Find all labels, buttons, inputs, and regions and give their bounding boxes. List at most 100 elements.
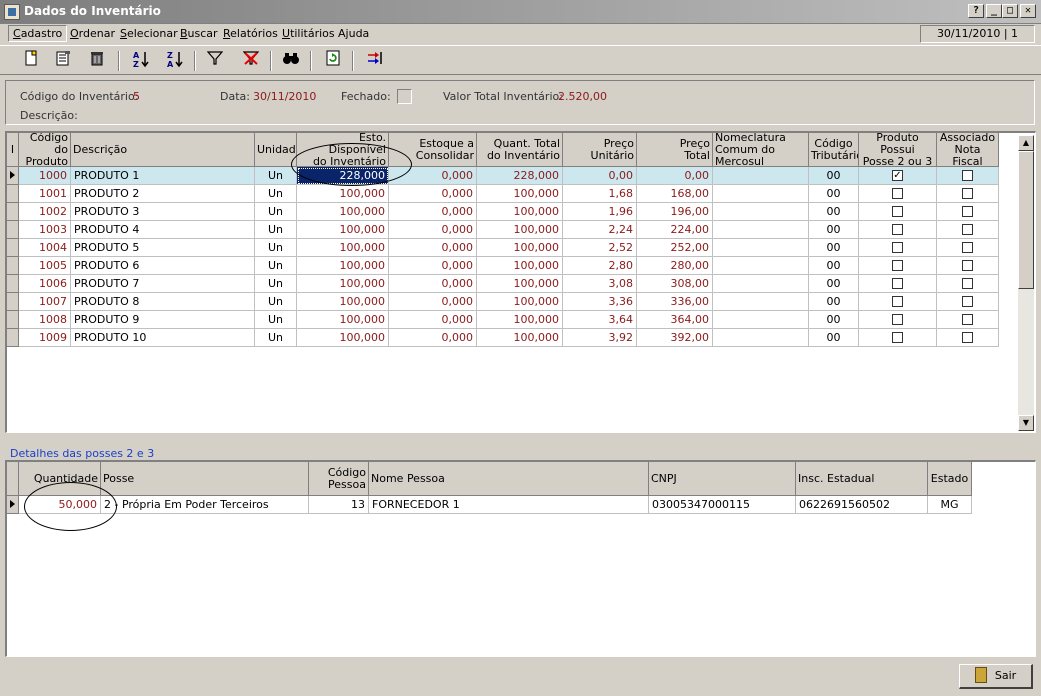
cell-descricao[interactable]: PRODUTO 4 [71, 221, 255, 239]
cell-preco-total[interactable]: 196,00 [637, 203, 713, 221]
menu-utilitarios[interactable]: Utilitários [282, 27, 335, 40]
checkbox[interactable] [962, 169, 973, 181]
cell-codigo[interactable]: 1009 [19, 329, 71, 347]
cell-posse-2-3[interactable] [859, 221, 937, 239]
checkbox[interactable] [892, 241, 903, 253]
cell-unidade[interactable]: Un [255, 185, 297, 203]
row-indicator[interactable] [7, 203, 19, 221]
cell-codigo[interactable]: 1003 [19, 221, 71, 239]
cell-nome-pessoa[interactable]: FORNECEDOR 1 [369, 496, 649, 514]
delete-icon[interactable] [86, 50, 108, 72]
col-header-posse[interactable]: Posse [101, 462, 309, 496]
checkbox[interactable] [962, 331, 973, 343]
cell-codigo-pessoa[interactable]: 13 [309, 496, 369, 514]
col-header-descricao[interactable]: Descrição [71, 133, 255, 167]
cell-ncm[interactable] [713, 275, 809, 293]
cell-estoque-disponivel[interactable]: 100,000 [297, 329, 389, 347]
fechado-checkbox[interactable] [397, 89, 412, 104]
cell-codigo[interactable]: 1007 [19, 293, 71, 311]
checkbox[interactable] [962, 223, 973, 235]
cell-estoque-consolidar[interactable]: 0,000 [389, 203, 477, 221]
cell-estoque-disponivel[interactable]: 100,000 [297, 275, 389, 293]
col-header-ncm[interactable]: Nomeclatura Comum do Mercosul [713, 133, 809, 167]
checkbox[interactable] [962, 313, 973, 325]
cell-posse-2-3[interactable] [859, 329, 937, 347]
col-header-insc-estadual[interactable]: Insc. Estadual [796, 462, 928, 496]
cell-preco-unitario[interactable]: 0,00 [563, 167, 637, 185]
col-header-nota-fiscal[interactable]: Associado Nota Fiscal [937, 133, 999, 167]
cell-estoque-disponivel[interactable]: 100,000 [297, 257, 389, 275]
cell-nota-fiscal[interactable] [937, 203, 999, 221]
cell-preco-unitario[interactable]: 1,96 [563, 203, 637, 221]
cell-quant-total[interactable]: 100,000 [477, 311, 563, 329]
cell-preco-unitario[interactable]: 2,24 [563, 221, 637, 239]
checkbox[interactable] [892, 259, 903, 271]
checkbox[interactable] [892, 223, 903, 235]
cell-preco-total[interactable]: 280,00 [637, 257, 713, 275]
cell-preco-unitario[interactable]: 3,36 [563, 293, 637, 311]
sort-az-icon[interactable]: AZ [130, 50, 152, 72]
cell-codigo[interactable]: 1008 [19, 311, 71, 329]
col-header-cnpj[interactable]: CNPJ [649, 462, 796, 496]
cell-estoque-disponivel[interactable]: 100,000 [297, 203, 389, 221]
col-header-codigo-pessoa[interactable]: Código Pessoa [309, 462, 369, 496]
menu-cadastro[interactable]: Cadastro [8, 25, 68, 42]
cell-quantidade[interactable]: 50,000 [19, 496, 101, 514]
cell-estoque-consolidar[interactable]: 0,000 [389, 185, 477, 203]
cell-codigo[interactable]: 1005 [19, 257, 71, 275]
checkbox[interactable] [892, 295, 903, 307]
col-header-posse-2-3[interactable]: Produto Possui Posse 2 ou 3 [859, 133, 937, 167]
col-header-unidade[interactable]: Unidade [255, 133, 297, 167]
refresh-icon[interactable] [322, 50, 344, 72]
col-header-nome-pessoa[interactable]: Nome Pessoa [369, 462, 649, 496]
col-header-preco-unitario[interactable]: Preço Unitário [563, 133, 637, 167]
checkbox[interactable] [962, 259, 973, 271]
cell-nota-fiscal[interactable] [937, 275, 999, 293]
cell-ncm[interactable] [713, 167, 809, 185]
cell-posse-2-3[interactable] [859, 257, 937, 275]
menu-ordenar[interactable]: Ordenar [70, 27, 115, 40]
cell-preco-total[interactable]: 252,00 [637, 239, 713, 257]
cell-ncm[interactable] [713, 185, 809, 203]
menu-buscar[interactable]: Buscar [180, 27, 218, 40]
cell-nota-fiscal[interactable] [937, 221, 999, 239]
cell-posse-2-3[interactable] [859, 203, 937, 221]
cell-unidade[interactable]: Un [255, 203, 297, 221]
cell-nota-fiscal[interactable] [937, 167, 999, 185]
cell-estoque-disponivel[interactable]: 100,000 [297, 239, 389, 257]
cell-unidade[interactable]: Un [255, 275, 297, 293]
close-button[interactable]: ✕ [1020, 4, 1036, 18]
cell-quant-total[interactable]: 100,000 [477, 329, 563, 347]
col-header-quant-total[interactable]: Quant. Total do Inventário [477, 133, 563, 167]
cell-nota-fiscal[interactable] [937, 329, 999, 347]
cell-descricao[interactable]: PRODUTO 2 [71, 185, 255, 203]
cell-codigo-tributario[interactable]: 00 [809, 311, 859, 329]
checkbox[interactable] [962, 241, 973, 253]
filter-icon[interactable] [204, 50, 226, 72]
cell-quant-total[interactable]: 100,000 [477, 275, 563, 293]
cell-codigo[interactable]: 1002 [19, 203, 71, 221]
col-header-codigo[interactable]: Código do Produto [19, 133, 71, 167]
row-indicator[interactable] [7, 496, 19, 514]
cell-estoque-consolidar[interactable]: 0,000 [389, 311, 477, 329]
cell-preco-total[interactable]: 224,00 [637, 221, 713, 239]
cell-descricao[interactable]: PRODUTO 3 [71, 203, 255, 221]
cell-cnpj[interactable]: 03005347000115 [649, 496, 796, 514]
cell-estoque-disponivel[interactable]: 100,000 [297, 221, 389, 239]
cell-preco-unitario[interactable]: 3,64 [563, 311, 637, 329]
cell-unidade[interactable]: Un [255, 329, 297, 347]
cell-estoque-consolidar[interactable]: 0,000 [389, 275, 477, 293]
cell-preco-unitario[interactable]: 3,08 [563, 275, 637, 293]
import-icon[interactable] [364, 50, 386, 72]
cell-preco-unitario[interactable]: 3,92 [563, 329, 637, 347]
scroll-thumb[interactable] [1018, 151, 1034, 289]
checkbox[interactable] [962, 205, 973, 217]
clear-filter-icon[interactable] [240, 50, 262, 72]
checkbox[interactable] [962, 187, 973, 199]
row-indicator[interactable] [7, 311, 19, 329]
col-header-preco-total[interactable]: Preço Total [637, 133, 713, 167]
help-button[interactable]: ? [968, 4, 984, 18]
cell-preco-total[interactable]: 364,00 [637, 311, 713, 329]
products-grid-scrollbar[interactable]: ▲ ▼ [1018, 135, 1034, 431]
cell-unidade[interactable]: Un [255, 311, 297, 329]
